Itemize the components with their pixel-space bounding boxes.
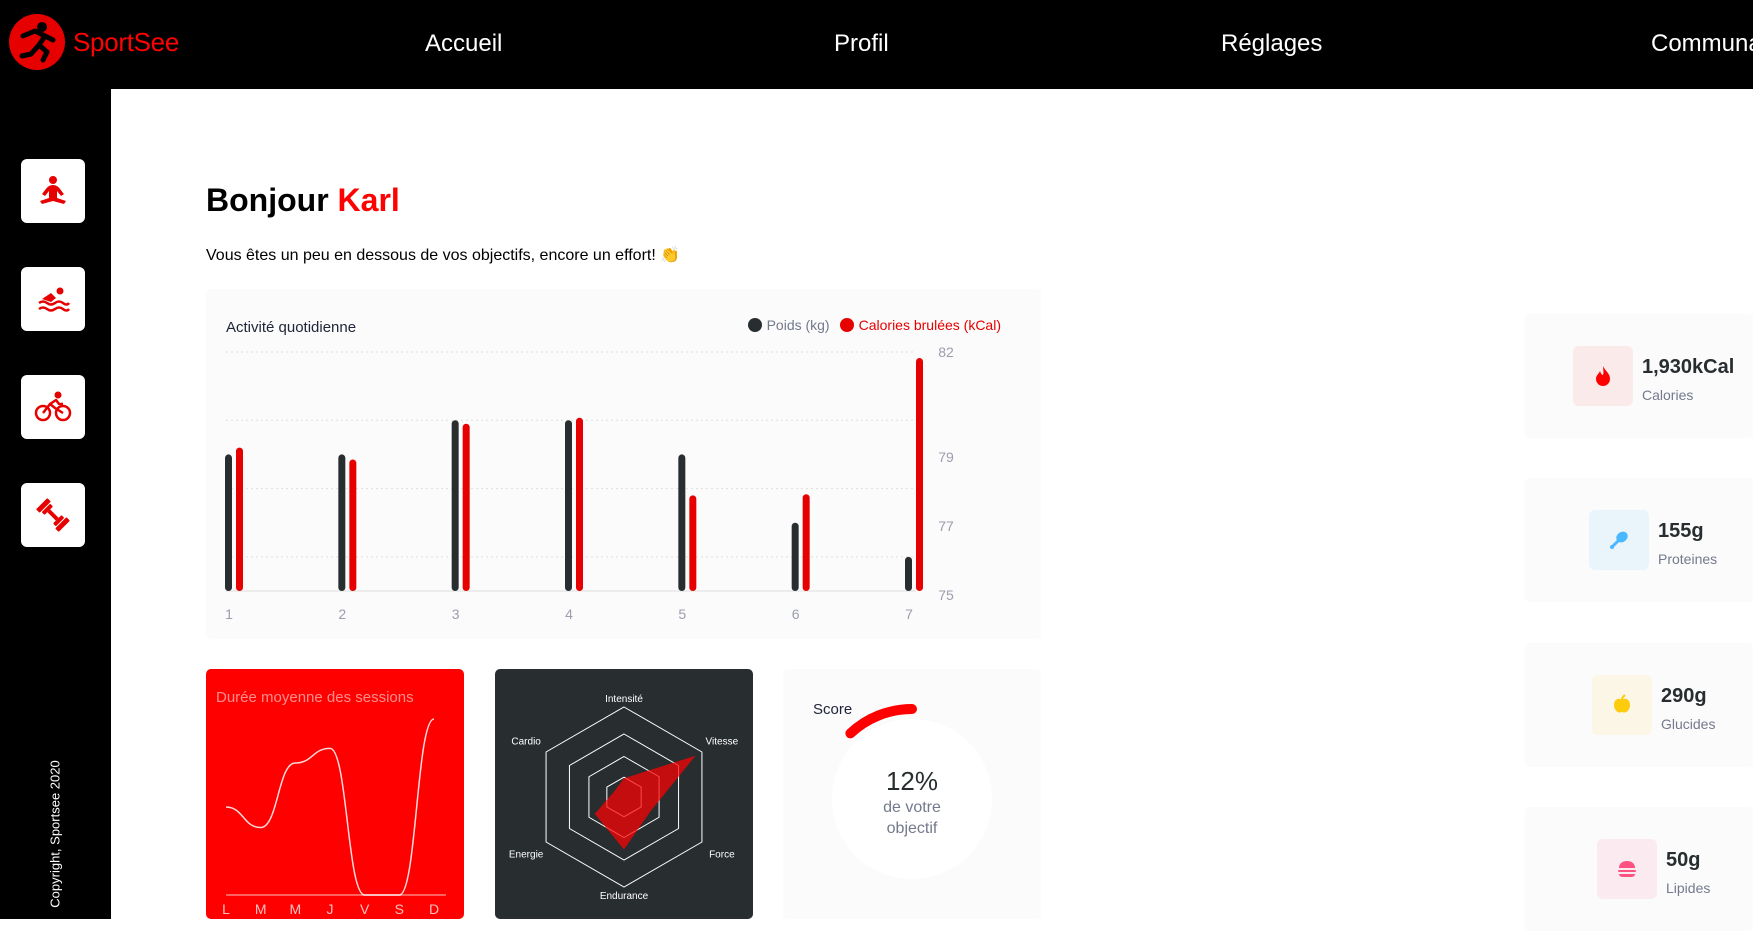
copyright-text: Copyright, Sportsee 2020: [47, 760, 63, 908]
nav-profil[interactable]: Profil: [834, 30, 889, 58]
radar-axis-label: Energie: [509, 850, 544, 861]
swimming-icon: [38, 287, 71, 312]
top-navbar: SportSee Accueil Profil Réglages Communa…: [0, 0, 1753, 89]
kpi-card-calories: 1,930kCal Calories: [1525, 314, 1753, 438]
weight-bar: [338, 454, 346, 591]
sidebar-item-meditation[interactable]: [21, 159, 85, 223]
y-tick-label: 79: [938, 449, 954, 465]
radar-axis-label: Cardio: [511, 737, 541, 748]
kpi-icon-box: [1589, 510, 1649, 570]
runner-logo-icon: [9, 14, 65, 70]
kpi-icon-box: [1592, 675, 1652, 735]
y-tick-label: 77: [938, 518, 954, 534]
cycling-icon: [34, 391, 72, 422]
weight-bar: [565, 420, 572, 591]
kpi-card-carbs: 290g Glucides: [1525, 643, 1753, 767]
x-tick-label: 6: [792, 606, 800, 622]
score-caption-line1: de votre: [883, 799, 941, 816]
sidebar-item-cycling[interactable]: [21, 375, 85, 439]
burger-icon: [1618, 861, 1636, 877]
y-tick-label: 82: [938, 344, 954, 360]
meditation-icon: [40, 176, 66, 204]
x-tick-label: 5: [678, 606, 686, 622]
kpi-label: Glucides: [1661, 716, 1716, 732]
kpi-icon-box: [1597, 839, 1657, 899]
x-tick-label: 4: [565, 606, 573, 622]
weight-bar: [451, 420, 459, 591]
session-duration-chart: Durée moyenne des sessions LMMJVSD: [206, 669, 464, 919]
sidebar-item-weights[interactable]: [21, 483, 85, 547]
calories-bar: [689, 495, 697, 591]
day-label: M: [289, 901, 301, 917]
radar-svg: Intensité Vitesse Force Endurance Energie Car…: [509, 694, 739, 902]
x-tick-label: 2: [338, 606, 346, 622]
x-tick-label: 1: [225, 606, 233, 622]
radar-axis-label: Vitesse: [706, 737, 739, 748]
kpi-card-proteins: 155g Proteines: [1525, 478, 1753, 602]
x-tick-label: 7: [905, 606, 913, 622]
fire-icon: [1596, 366, 1610, 386]
score-value: 12%: [885, 766, 939, 796]
kpi-value: 50g: [1666, 849, 1701, 871]
day-label: J: [327, 901, 334, 917]
performance-radar-chart: Intensité Vitesse Force Endurance Energie Car…: [495, 669, 753, 919]
user-name: Karl: [337, 182, 400, 218]
chicken-leg-icon: [1610, 531, 1628, 549]
calories-bar: [916, 357, 923, 591]
score-chart: Score 12% de votre objectif: [783, 669, 1041, 919]
weight-bar: [905, 556, 912, 591]
day-label: D: [429, 901, 439, 917]
radar-axis-label: Endurance: [600, 891, 649, 902]
dumbbell-icon: [36, 498, 70, 532]
encouragement-text: Vous êtes un peu en dessous de vos objec…: [206, 247, 681, 264]
radar-axis-label: Force: [709, 850, 735, 861]
apple-icon: [1614, 694, 1630, 713]
activity-bar-chart: 82 79 77 75 1 2 3 4 5 6 7: [225, 344, 954, 622]
kpi-value: 290g: [1661, 685, 1707, 707]
calories-bar: [576, 417, 583, 591]
kpi-icon-box: [1573, 346, 1633, 406]
daily-activity-chart: Activité quotidienne Poids (kg) Calories…: [206, 289, 1041, 639]
radar-axis-label: Intensité: [605, 694, 643, 705]
kpi-value: 155g: [1658, 520, 1704, 542]
page-title: Bonjour Karl: [206, 182, 400, 219]
sidebar: Copyright, Sportsee 2020: [0, 89, 111, 919]
nav-accueil[interactable]: Accueil: [425, 30, 502, 58]
brand-logo[interactable]: SportSee: [9, 14, 179, 70]
score-caption-line2: objectif: [886, 820, 938, 837]
greeting-prefix: Bonjour: [206, 182, 338, 218]
nav-reglages[interactable]: Réglages: [1221, 30, 1322, 58]
kpi-label: Lipides: [1666, 880, 1711, 896]
duration-line-chart: LMMJVSD: [222, 718, 446, 917]
calories-bar: [349, 459, 357, 591]
calories-bar: [462, 423, 470, 591]
day-label: M: [255, 901, 267, 917]
kpi-card-lipids: 50g Lipides: [1525, 807, 1753, 931]
calories-bar: [236, 447, 243, 591]
day-label: L: [222, 901, 230, 917]
kpi-label: Calories: [1642, 387, 1694, 403]
day-label: S: [395, 901, 404, 917]
brand-name: SportSee: [73, 26, 180, 57]
kpi-value: 1,930kCal: [1642, 356, 1735, 378]
calories-bar: [802, 494, 810, 591]
weight-bar: [225, 454, 232, 591]
kpi-label: Proteines: [1658, 551, 1718, 567]
nav-communaute[interactable]: Communauté: [1651, 30, 1753, 58]
y-tick-label: 75: [938, 587, 954, 603]
weight-bar: [678, 454, 686, 591]
x-tick-label: 3: [452, 606, 460, 622]
sidebar-item-swimming[interactable]: [21, 267, 85, 331]
radar-values-area: [594, 755, 696, 850]
day-label: V: [360, 901, 370, 917]
duration-line: [225, 718, 435, 896]
weight-bar: [791, 522, 799, 591]
